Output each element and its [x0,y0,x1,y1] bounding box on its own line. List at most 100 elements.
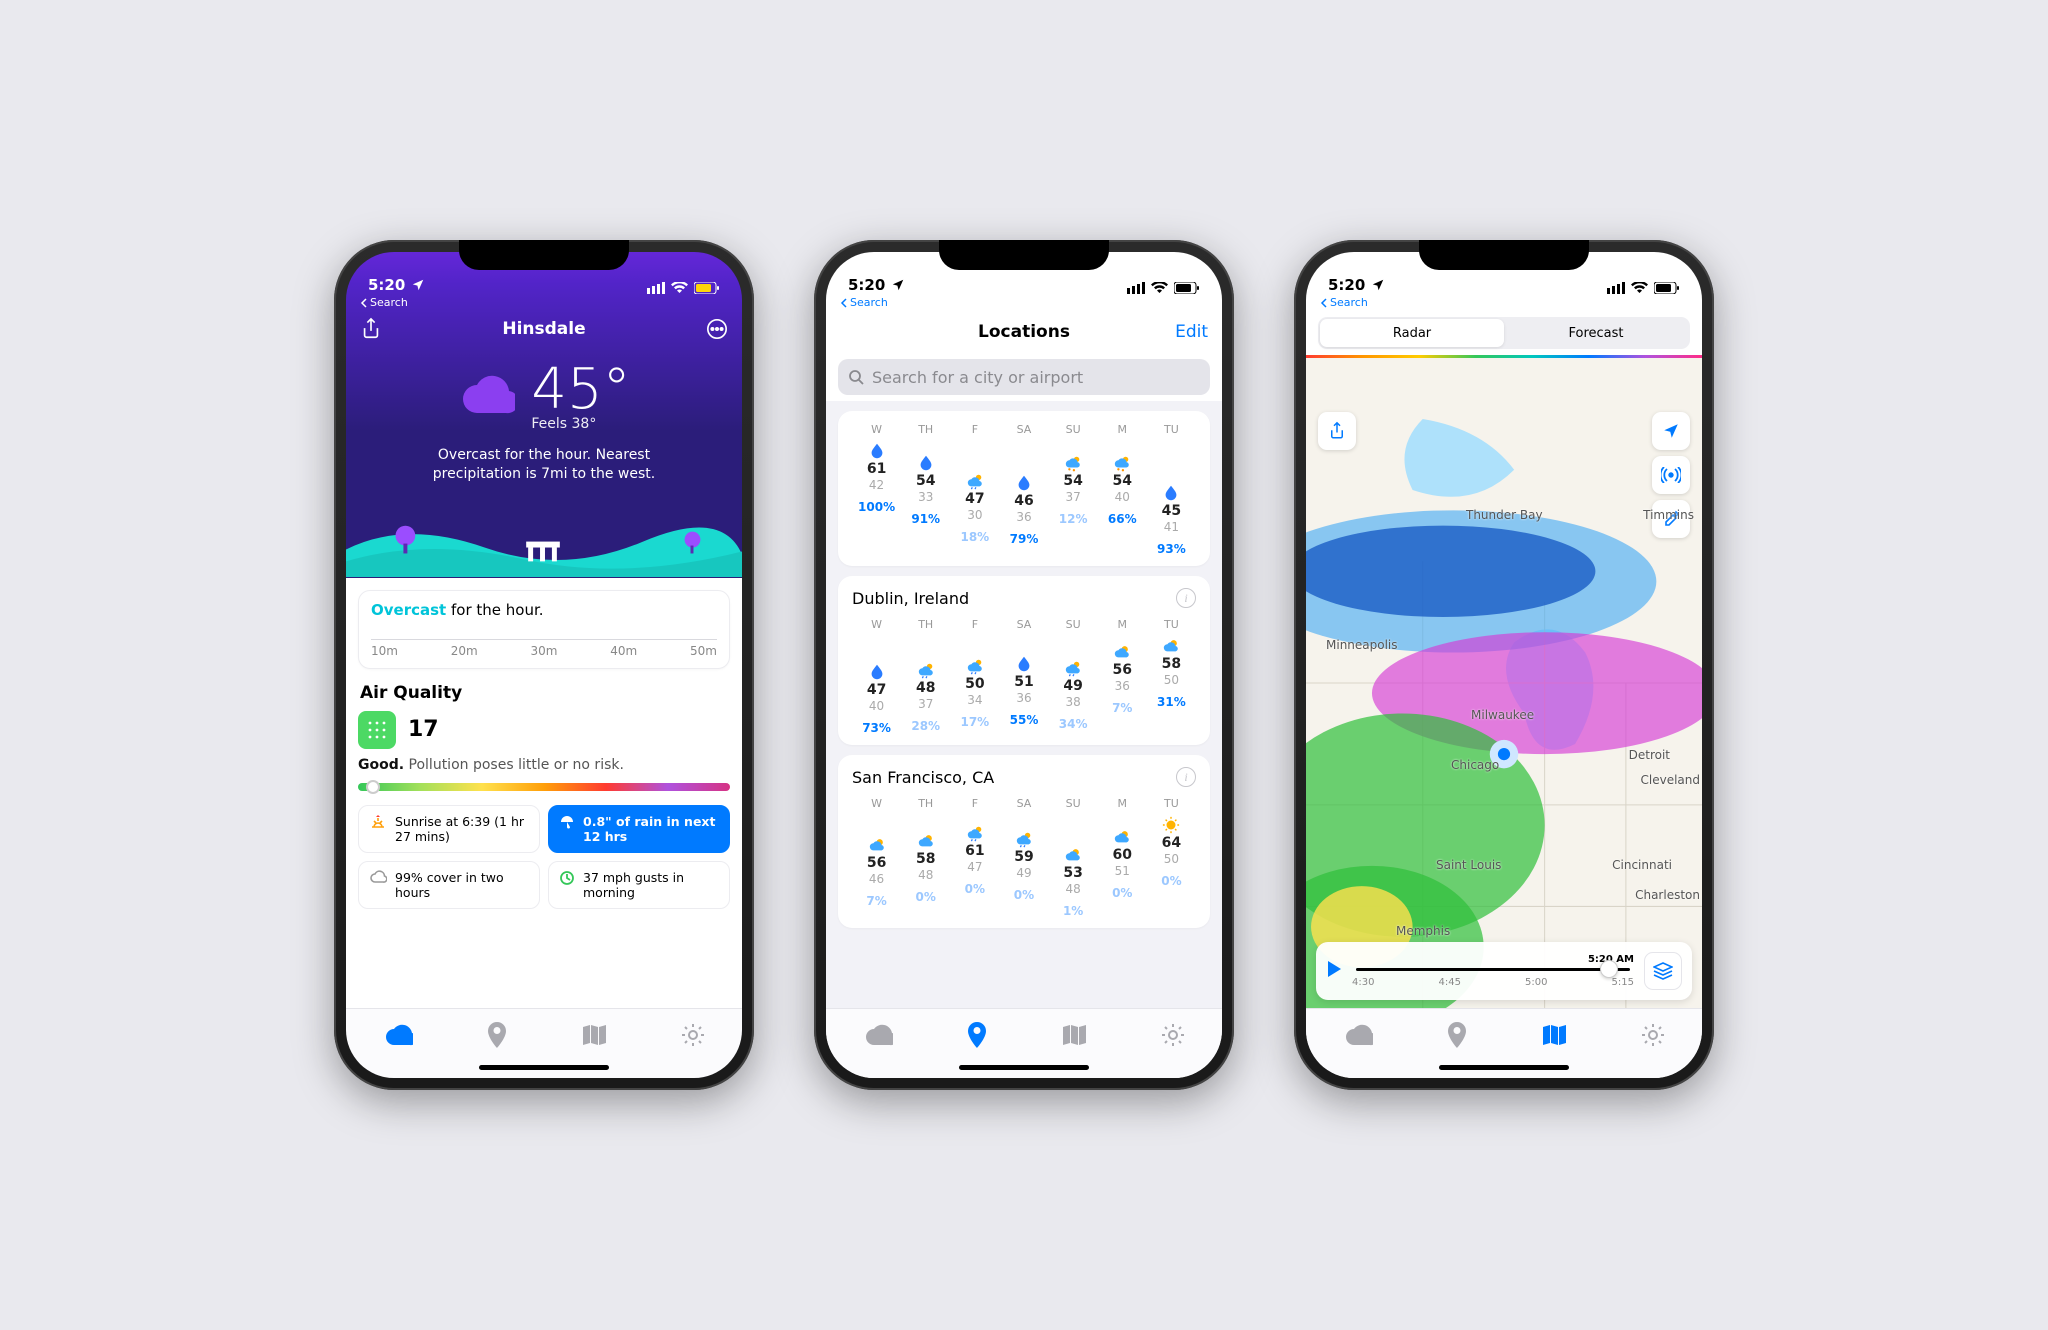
wind-icon [559,870,575,886]
breadcrumb[interactable]: Search [826,296,1222,311]
forecast-day: M 60 51 0% [1098,797,1147,918]
minute-ruler: 10m20m30m40m50m [371,639,717,658]
page-title: Locations [978,322,1070,342]
share-icon[interactable] [360,317,382,341]
tab-map[interactable] [581,1023,607,1051]
cloud-tile[interactable]: 99% cover in two hours [358,861,540,909]
broadcast-button[interactable] [1652,456,1690,494]
aq-badge [358,711,396,749]
tab-map[interactable] [1541,1023,1567,1051]
location-card-dublin[interactable]: Dublin, Irelandi W 47 40 73% TH 48 37 28… [838,576,1210,745]
weather-icon [868,442,886,460]
forecast-day: SU 54 37 12% [1049,423,1098,556]
forecast-day: TU 45 41 93% [1147,423,1196,556]
tab-map[interactable] [1061,1023,1087,1051]
rain-tile[interactable]: 0.8" of rain in next 12 hrs [548,805,730,853]
weather-icon [1113,643,1131,661]
forecast-day: SA 51 36 55% [999,618,1048,735]
edit-button[interactable]: Edit [1175,322,1208,342]
tab-forecast[interactable] [383,1023,413,1051]
forecast-day: F 47 30 18% [950,423,999,556]
landscape-illustration [346,500,742,578]
weather-icon [868,663,886,681]
weather-icon [966,824,984,842]
weather-icon [1064,846,1082,864]
weather-icon [1015,830,1033,848]
forecast-day: SU 49 38 34% [1049,618,1098,735]
status-time: 5:20 [368,276,405,294]
feels-like: Feels 38° [531,416,630,432]
weather-icon [1162,484,1180,502]
phone-radar: 5:20 Search Radar Forecast [1294,240,1714,1090]
tab-settings[interactable] [680,1022,706,1052]
forecast-hero: 5:20 Search Hinsdale [346,252,742,578]
location-name: Dublin, Ireland [852,589,969,608]
seg-forecast[interactable]: Forecast [1504,319,1688,347]
aq-value: 17 [408,717,439,742]
forecast-day: F 50 34 17% [950,618,999,735]
sunrise-icon [369,814,387,830]
tab-settings[interactable] [1640,1022,1666,1052]
tab-locations[interactable] [1446,1022,1468,1052]
forecast-day: TH 54 33 91% [901,423,950,556]
wind-tile[interactable]: 37 mph gusts in morning [548,861,730,909]
summary-text: Overcast for the hour. Nearest precipita… [396,446,692,484]
weather-icon [966,472,984,490]
weather-icon [1015,655,1033,673]
seg-radar[interactable]: Radar [1320,319,1504,347]
forecast-day: W 47 40 73% [852,618,901,735]
weather-icon [1162,637,1180,655]
layers-button[interactable] [1644,952,1682,990]
forecast-day: M 56 36 7% [1098,618,1147,735]
status-right [647,282,720,294]
aq-scale [358,783,730,791]
location-name: San Francisco, CA [852,768,994,787]
tab-locations[interactable] [966,1022,988,1052]
weather-icon [1064,454,1082,472]
location-arrow-icon [411,278,425,292]
forecast-day: SA 46 36 79% [999,423,1048,556]
info-icon[interactable]: i [1176,588,1196,608]
radar-map[interactable]: Thunder Bay Timmins Minneapolis Milwauke… [1306,358,1702,1008]
time-slider[interactable]: 5:20 AM 4:304:455:005:15 [1352,954,1634,988]
forecast-day: TU 58 50 31% [1147,618,1196,735]
radar-segment[interactable]: Radar Forecast [1318,317,1690,349]
forecast-day: SA 59 49 0% [999,797,1048,918]
next-hour-card[interactable]: Overcast for the hour. 10m20m30m40m50m [358,590,730,669]
forecast-day: TU 64 50 0% [1147,797,1196,918]
forecast-day: TH 58 48 0% [901,797,950,918]
weather-icon [1064,659,1082,677]
location-card-sf[interactable]: San Francisco, CA i W 56 46 7% TH 58 48 0… [838,755,1210,928]
weather-icon [1113,454,1131,472]
forecast-day: W 56 46 7% [852,797,901,918]
forecast-day: W 61 42 100% [852,423,901,556]
weather-icon [917,661,935,679]
forecast-day: M 54 40 66% [1098,423,1147,556]
tab-forecast[interactable] [1343,1023,1373,1051]
cloud-cover-icon [369,870,387,884]
forecast-day: SU 53 48 1% [1049,797,1098,918]
locate-me-button[interactable] [1652,412,1690,450]
sunrise-tile[interactable]: Sunrise at 6:39 (1 hr 27 mins) [358,805,540,853]
play-button[interactable] [1326,960,1342,982]
weather-icon [1113,828,1131,846]
cloud-icon [457,373,515,417]
tab-forecast[interactable] [863,1023,893,1051]
location-card-1[interactable]: W 61 42 100% TH 54 33 91% F 47 30 [838,411,1210,566]
forecast-body: Overcast for the hour. 10m20m30m40m50m A… [346,578,742,1008]
weather-icon [966,657,984,675]
weather-icon [868,836,886,854]
tab-settings[interactable] [1160,1022,1186,1052]
info-icon[interactable]: i [1176,767,1196,787]
aq-title: Air Quality [360,683,728,703]
weather-icon [1162,816,1180,834]
location-title: Hinsdale [502,319,585,339]
search-input[interactable]: Search for a city or airport [838,359,1210,395]
breadcrumb[interactable]: Search [1306,296,1702,311]
forecast-day: F 61 47 0% [950,797,999,918]
aq-desc: Good. Pollution poses little or no risk. [358,757,730,773]
tab-locations[interactable] [486,1022,508,1052]
more-icon[interactable] [706,318,728,340]
share-button[interactable] [1318,412,1356,450]
breadcrumb[interactable]: Search [346,296,742,311]
